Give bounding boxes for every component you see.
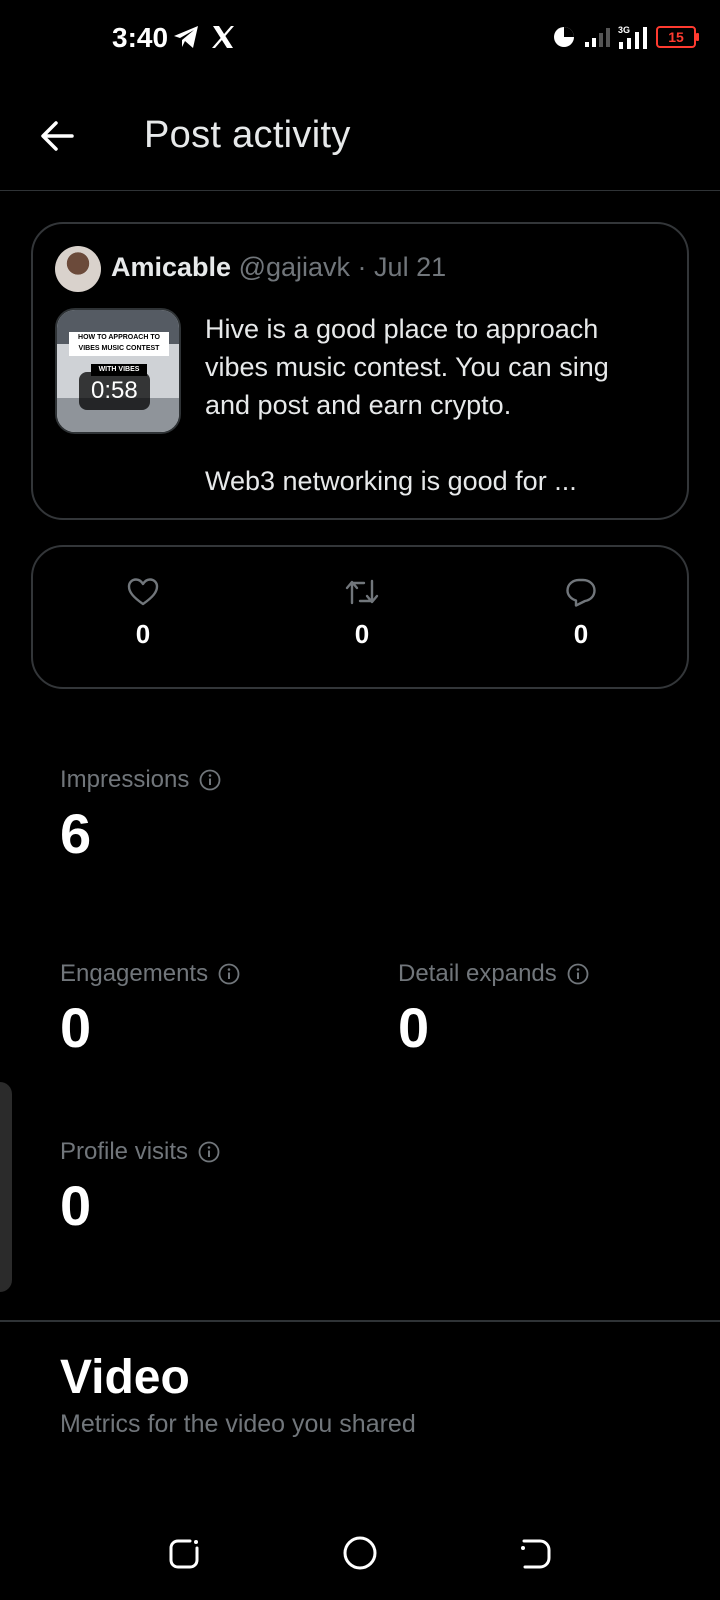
info-icon[interactable] [218,963,240,985]
reposts-count: 0 [354,619,370,649]
engagements-label: Engagements [60,960,209,987]
impressions-label-row: Impressions [60,766,221,794]
signal-weak-icon [585,28,610,47]
telegram-icon [174,26,198,48]
system-nav-bar [0,1505,720,1600]
post-text: Hive is a good place to approach vibes m… [205,314,609,496]
heart-icon [127,578,159,606]
battery-indicator: 15 [656,26,699,48]
engagements-value: 0 [60,996,92,1059]
author-name: Amicable [111,252,232,282]
edge-panel-handle[interactable] [0,1082,12,1292]
status-right-icons: 3G 15 [552,24,699,50]
info-icon[interactable] [567,963,589,985]
engagements-metric: Engagements 0 [60,960,240,1058]
detail-expands-label: Detail expands [398,960,557,987]
data-saver-icon [554,27,574,47]
profile-visits-metric: Profile visits 0 [60,1138,220,1236]
post-date: Jul 21 [374,252,447,282]
post-header: Amicable @gajiavk · Jul 21 [111,252,446,283]
engagement-card: 0 0 0 [31,545,689,689]
likes-stat[interactable]: 0 [103,577,183,650]
status-left-icons [172,24,236,50]
impressions-value: 6 [60,802,92,865]
back-arrow-icon[interactable] [38,116,78,156]
back-nav-icon[interactable] [516,1533,556,1573]
section-divider [0,1320,720,1322]
profile-visits-value: 0 [60,1174,92,1237]
impressions-metric: Impressions 6 [60,766,221,864]
post-preview-card[interactable]: Amicable @gajiavk · Jul 21 HOW TO APPROA… [31,222,689,520]
repost-icon [345,579,379,605]
header: Post activity [0,80,720,191]
profile-visits-label: Profile visits [60,1138,189,1165]
likes-count: 0 [135,619,151,649]
replies-count: 0 [573,619,589,649]
replies-stat[interactable]: 0 [541,577,621,650]
status-time: 3:40 [112,22,169,53]
thumb-banner: HOW TO APPROACH TO VIBES MUSIC CONTEST [69,332,169,356]
svg-text:3G: 3G [618,25,630,35]
detail-expands-value: 0 [398,996,430,1059]
video-duration: 0:58 [79,372,150,410]
reposts-stat[interactable]: 0 [322,577,402,650]
author-handle: @gajiavk [238,252,351,282]
separator: · [350,252,375,282]
info-icon[interactable] [199,769,221,791]
battery-level: 15 [668,29,684,45]
engagements-label-row: Engagements [60,960,240,988]
signal-3g-icon: 3G [618,25,647,49]
detail-expands-metric: Detail expands 0 [398,960,589,1058]
video-thumbnail[interactable]: HOW TO APPROACH TO VIBES MUSIC CONTEST W… [55,308,181,434]
x-logo-icon [212,26,234,48]
reply-bubble-icon [566,578,596,607]
recent-apps-icon[interactable] [164,1533,204,1573]
profile-visits-label-row: Profile visits [60,1138,220,1166]
home-icon[interactable] [340,1533,380,1573]
impressions-label: Impressions [60,766,190,793]
avatar[interactable] [55,246,101,292]
page-title: Post activity [144,114,351,156]
status-bar: 3:40 3G 15 [0,0,720,80]
video-section-title: Video [60,1351,190,1404]
video-section-subtitle: Metrics for the video you shared [60,1410,416,1438]
info-icon[interactable] [198,1141,220,1163]
detail-expands-label-row: Detail expands [398,960,589,988]
